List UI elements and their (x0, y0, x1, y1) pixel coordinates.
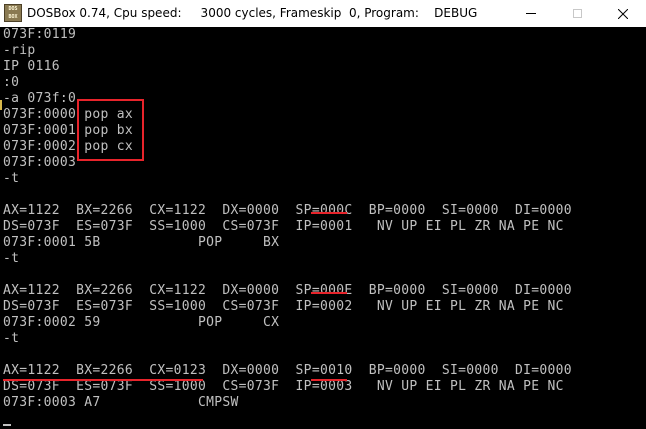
sp-000c-underline (311, 212, 347, 214)
console-line: IP 0116 (3, 59, 60, 74)
maximize-icon (572, 9, 582, 18)
title-bar[interactable]: DOS BOX DOSBox 0.74, Cpu speed: 3000 cycl… (0, 0, 646, 27)
sp-000e-underline (311, 292, 347, 294)
console-line: -t (3, 171, 20, 186)
console-line: 073F:0003 (3, 155, 77, 170)
text-cursor (3, 424, 11, 426)
console-line: AX=1122 BX=2266 CX=1122 DX=0000 SP=000E … (3, 283, 572, 298)
console-line: DS=073F ES=073F SS=1000 CS=073F IP=0001 … (3, 219, 564, 234)
console-line: :0 (3, 75, 20, 90)
dosbox-window: DOS BOX DOSBox 0.74, Cpu speed: 3000 cycl… (0, 0, 646, 429)
close-button[interactable] (600, 0, 646, 27)
console-line: 073F:0002 59 POP CX (3, 315, 280, 330)
console-line: 073F:0001 5B POP BX (3, 235, 280, 250)
dosbox-app-icon[interactable]: DOS BOX (4, 4, 22, 22)
console-line: -rip (3, 43, 36, 58)
window-title: DOSBox 0.74, Cpu speed: 3000 cycles, Fra… (27, 6, 478, 20)
minimize-button[interactable] (508, 0, 554, 27)
console-line: DS=073F ES=073F SS=1000 CS=073F IP=0002 … (3, 299, 564, 314)
console-line: 073F:0003 A7 CMPSW (3, 395, 239, 410)
console-line: DS=073F ES=073F SS=1000 CS=073F IP=0003 … (3, 379, 564, 394)
console-line: AX=1122 BX=2266 CX=1122 DX=0000 SP=000C … (3, 203, 572, 218)
sp-0010-underline (311, 379, 347, 381)
console-output[interactable]: 073F:0119 -rip IP 0116 :0 -a 073f:0 073F… (0, 27, 646, 429)
console-line: -a 073f:0 (3, 91, 77, 106)
close-icon (618, 8, 628, 19)
pop-instructions-highlight-box (77, 99, 144, 161)
minimize-icon (526, 13, 536, 14)
console-line: 073F:0119 (3, 27, 77, 42)
cursor-marker (0, 100, 2, 110)
ax-bx-cx-underline (3, 379, 203, 381)
console-line: -t (3, 331, 20, 346)
console-line: -t (3, 251, 20, 266)
console-line: AX=1122 BX=2266 CX=0123 DX=0000 SP=0010 … (3, 363, 572, 378)
maximize-button[interactable] (554, 0, 600, 27)
